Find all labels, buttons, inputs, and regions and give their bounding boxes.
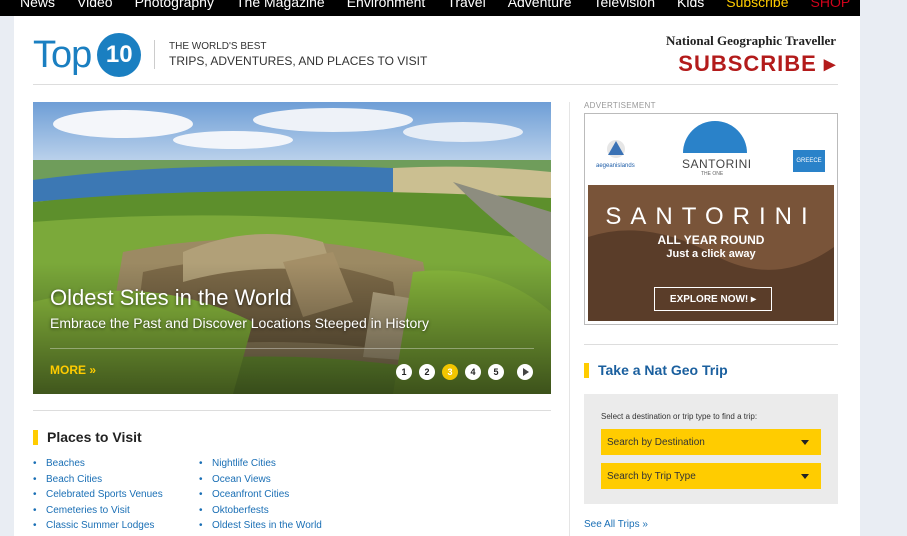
top-navigation-bar: News Video Photography The Magazine Envi…: [0, 0, 860, 16]
hero-title[interactable]: Oldest Sites in the World: [50, 285, 292, 311]
sidebar-divider: [584, 344, 838, 345]
header-divider: [33, 84, 838, 85]
destination-select[interactable]: Search by Destination: [601, 429, 821, 455]
slide-dot-4[interactable]: 4: [465, 364, 481, 380]
list-item[interactable]: Classic Summer Lodges: [33, 518, 163, 534]
nav-item-kids[interactable]: Kids: [677, 0, 704, 10]
slide-dot-1[interactable]: 1: [396, 364, 412, 380]
ad-brand-sub: THE ONE: [701, 171, 724, 177]
page-content: Top 10 THE WORLD'S BEST TRIPS, ADVENTURE…: [14, 16, 860, 536]
slide-dot-2[interactable]: 2: [419, 364, 435, 380]
hero-more-link[interactable]: MORE »: [50, 363, 96, 377]
hero-image: [33, 102, 551, 394]
magazine-brand: National Geographic Traveller: [666, 33, 836, 48]
ad-line1: ALL YEAR ROUND: [657, 233, 765, 247]
logo-number-badge: 10: [97, 33, 142, 77]
slide-dot-3[interactable]: 3: [442, 364, 458, 380]
hero-divider: [50, 348, 534, 349]
nav-item-news[interactable]: News: [20, 0, 55, 10]
nav-item-video[interactable]: Video: [77, 0, 113, 10]
ad-greece-badge: GREECE: [793, 150, 825, 172]
tagline: THE WORLD'S BEST TRIPS, ADVENTURES, AND …: [154, 40, 427, 69]
heading-marker: [33, 429, 38, 445]
top10-logo[interactable]: Top 10: [33, 33, 142, 77]
section-divider: [33, 410, 551, 411]
places-heading: Places to Visit: [33, 429, 142, 445]
list-item[interactable]: Beach Cities: [33, 472, 163, 488]
ad-label: ADVERTISEMENT: [584, 101, 656, 110]
nav-item-subscribe[interactable]: Subscribe: [726, 0, 788, 10]
list-item[interactable]: Nightlife Cities: [199, 456, 322, 472]
ad-headline: SANTORINI: [605, 203, 817, 230]
trip-finder: Select a destination or trip type to fin…: [584, 394, 838, 504]
ad-content: aegeanislands SANTORINI THE ONE GREECE S…: [588, 117, 834, 321]
hero-subtitle: Embrace the Past and Discover Locations …: [50, 315, 429, 331]
nav-item-television[interactable]: Television: [594, 0, 655, 10]
trip-heading: Take a Nat Geo Trip: [584, 362, 728, 378]
places-heading-text: Places to Visit: [47, 429, 142, 445]
ad-brand-small: SANTORINI: [682, 157, 752, 171]
list-item[interactable]: Ocean Views: [199, 472, 322, 488]
places-list-col1: Beaches Beach Cities Celebrated Sports V…: [33, 456, 163, 534]
tagline-line2: TRIPS, ADVENTURES, AND PLACES TO VISIT: [169, 54, 428, 68]
trip-finder-hint: Select a destination or trip type to fin…: [601, 412, 758, 421]
hero-carousel[interactable]: Oldest Sites in the World Embrace the Pa…: [33, 102, 551, 394]
next-slide-icon[interactable]: [517, 364, 533, 380]
trip-heading-text: Take a Nat Geo Trip: [598, 362, 728, 378]
slide-dot-5[interactable]: 5: [488, 364, 504, 380]
ad-sponsor: aegeanislands: [596, 163, 635, 169]
nav-item-travel[interactable]: Travel: [447, 0, 485, 10]
places-list-col2: Nightlife Cities Ocean Views Oceanfront …: [199, 456, 322, 534]
list-item[interactable]: Oceanfront Cities: [199, 487, 322, 503]
ad-line2: Just a click away: [666, 248, 756, 260]
nav-item-the-magazine[interactable]: The Magazine: [236, 0, 325, 10]
subscribe-link[interactable]: SUBSCRIBE ▸: [666, 51, 836, 77]
list-item[interactable]: Beaches: [33, 456, 163, 472]
trip-type-select[interactable]: Search by Trip Type: [601, 463, 821, 489]
nav-item-photography[interactable]: Photography: [135, 0, 214, 10]
nav-item-adventure[interactable]: Adventure: [508, 0, 572, 10]
carousel-pagination: 1 2 3 4 5: [396, 364, 533, 380]
list-item[interactable]: Cemeteries to Visit: [33, 503, 163, 519]
list-item[interactable]: Celebrated Sports Venues: [33, 487, 163, 503]
list-item[interactable]: Oldest Sites in the World: [199, 518, 322, 534]
see-all-trips-link[interactable]: See All Trips »: [584, 519, 648, 530]
nav-items: News Video Photography The Magazine Envi…: [20, 0, 850, 10]
logo-text: Top: [33, 34, 92, 76]
list-item[interactable]: Oktoberfests: [199, 503, 322, 519]
nav-item-environment[interactable]: Environment: [347, 0, 426, 10]
column-divider: [569, 102, 570, 536]
subscribe-promo[interactable]: National Geographic Traveller SUBSCRIBE …: [666, 33, 836, 77]
heading-marker: [584, 362, 589, 378]
explore-now-button[interactable]: EXPLORE NOW! ▸: [654, 287, 772, 311]
nav-item-shop[interactable]: SHOP: [811, 0, 851, 10]
tagline-line1: THE WORLD'S BEST: [169, 41, 267, 52]
advertisement-banner[interactable]: aegeanislands SANTORINI THE ONE GREECE S…: [584, 113, 838, 325]
